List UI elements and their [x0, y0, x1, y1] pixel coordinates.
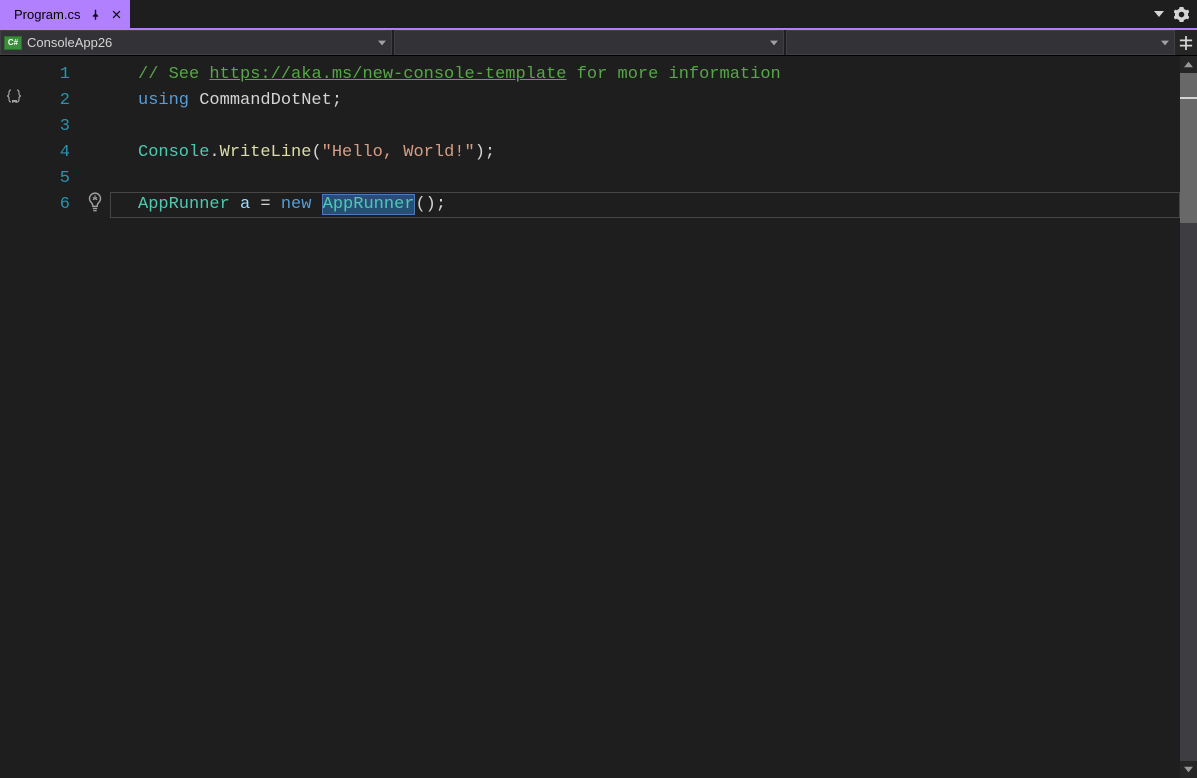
line-number: 2	[28, 88, 70, 114]
line-number-gutter: 1 2 3 4 5 6	[28, 56, 86, 778]
scroll-track[interactable]	[1180, 73, 1197, 761]
code-area[interactable]: // See https://aka.ms/new-console-templa…	[110, 56, 1180, 778]
tab-bar: Program.cs	[0, 0, 1197, 28]
scroll-thumb[interactable]	[1180, 73, 1197, 223]
tab-bar-controls	[1154, 0, 1197, 28]
caret-marker	[1180, 97, 1197, 99]
code-line[interactable]	[110, 166, 1180, 192]
action-margin	[86, 56, 110, 778]
overflow-caret-icon[interactable]	[1154, 9, 1164, 19]
chevron-down-icon	[373, 39, 391, 47]
gear-icon[interactable]	[1174, 7, 1189, 22]
editor-window: Program.cs C# ConsoleApp26	[0, 0, 1197, 778]
file-tab[interactable]: Program.cs	[0, 0, 130, 28]
member-combo[interactable]	[786, 30, 1176, 55]
code-line[interactable]: Console.WriteLine("Hello, World!");	[110, 140, 1180, 166]
close-icon[interactable]	[111, 9, 122, 20]
line-number: 5	[28, 166, 70, 192]
navigation-bar: C# ConsoleApp26	[0, 30, 1197, 56]
chevron-down-icon	[765, 39, 783, 47]
type-combo[interactable]	[394, 30, 784, 55]
glyph-margin	[0, 56, 28, 778]
code-line[interactable]: using CommandDotNet;	[110, 88, 1180, 114]
pin-icon[interactable]	[90, 9, 101, 20]
code-editor[interactable]: 1 2 3 4 5 6 // See https://aka.ms/new-co…	[0, 56, 1197, 778]
scope-combo-text: ConsoleApp26	[25, 35, 373, 50]
line-number: 4	[28, 140, 70, 166]
line-number: 3	[28, 114, 70, 140]
selected-identifier: AppRunner	[322, 194, 416, 215]
scope-combo[interactable]: C# ConsoleApp26	[0, 30, 392, 55]
code-line[interactable]: // See https://aka.ms/new-console-templa…	[110, 62, 1180, 88]
comment-link[interactable]: https://aka.ms/new-console-template	[209, 65, 566, 84]
vertical-scrollbar[interactable]	[1180, 56, 1197, 778]
lightbulb-icon[interactable]	[86, 192, 104, 219]
csharp-file-icon: C#	[1, 36, 25, 50]
scroll-up-icon[interactable]	[1180, 56, 1197, 73]
line-number: 6	[28, 192, 70, 218]
code-line[interactable]	[110, 114, 1180, 140]
tab-title: Program.cs	[14, 7, 80, 22]
line-number: 1	[28, 62, 70, 88]
split-editor-icon[interactable]	[1175, 30, 1197, 55]
scroll-down-icon[interactable]	[1180, 761, 1197, 778]
scope-glyph-icon[interactable]	[6, 88, 22, 107]
code-line[interactable]: AppRunner a = new AppRunner();	[110, 192, 1180, 218]
chevron-down-icon	[1156, 39, 1174, 47]
